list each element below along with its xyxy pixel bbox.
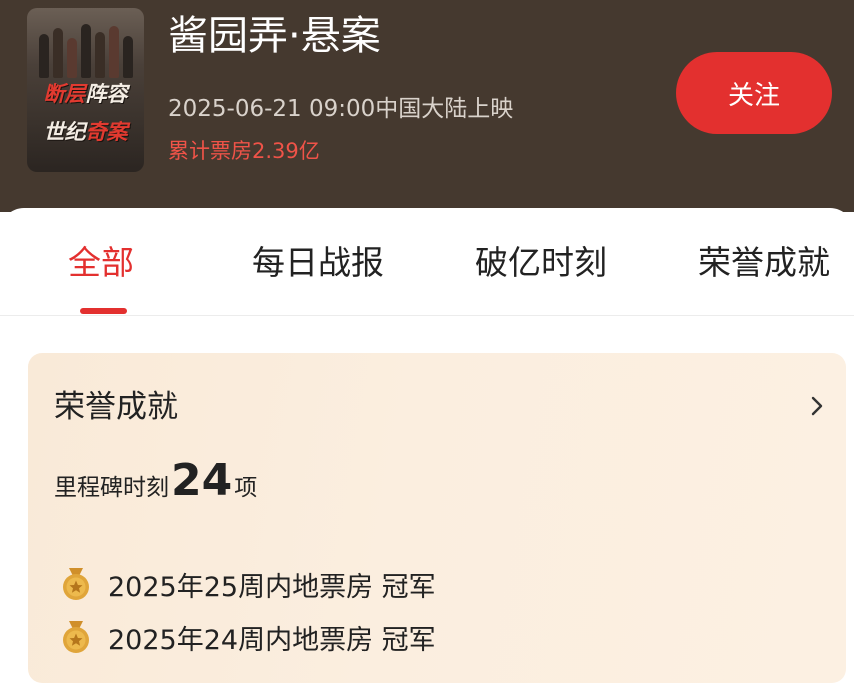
award-text: 2025年25周内地票房 冠军 [108, 571, 436, 603]
milestone-summary: 里程碑时刻 24 项 [54, 455, 257, 511]
chevron-right-icon[interactable] [806, 395, 828, 417]
milestone-label: 里程碑时刻 [54, 475, 169, 501]
honor-card-title: 荣誉成就 [54, 389, 178, 425]
active-tab-indicator [80, 308, 127, 314]
gold-medal-icon [63, 568, 89, 600]
poster-tagline-bottom: 世纪奇案 [27, 120, 144, 144]
movie-poster[interactable]: 断层阵容 世纪奇案 [27, 8, 144, 172]
movie-title: 酱园弄·悬案 [168, 13, 381, 59]
award-item: 2025年24周内地票房 冠军 [60, 617, 436, 657]
cumulative-box-office: 累计票房2.39亿 [168, 139, 320, 163]
tab-bar: 全部 每日战报 破亿时刻 荣誉成就 [0, 208, 854, 316]
content-sheet: 全部 每日战报 破亿时刻 荣誉成就 荣誉成就 里程碑时刻 24 项 2025年2… [0, 208, 854, 690]
follow-button[interactable]: 关注 [676, 52, 832, 134]
gold-medal-icon [63, 621, 89, 653]
poster-tagline-bottom-red: 奇案 [85, 120, 128, 144]
milestone-count: 24 [171, 455, 233, 506]
award-item: 2025年25周内地票房 冠军 [60, 564, 436, 604]
honor-card[interactable]: 荣誉成就 里程碑时刻 24 项 2025年25周内地票房 冠军 2025年24周… [28, 353, 846, 683]
tab-hundred-million-moment[interactable]: 破亿时刻 [475, 238, 607, 288]
tab-honors[interactable]: 荣誉成就 [698, 238, 830, 288]
poster-figures [35, 18, 135, 78]
milestone-unit: 项 [234, 475, 258, 501]
award-text: 2025年24周内地票房 冠军 [108, 624, 436, 656]
poster-tagline-bottom-white: 世纪 [43, 120, 86, 144]
poster-tagline-top-red: 断层 [43, 82, 86, 106]
tab-all[interactable]: 全部 [68, 238, 134, 288]
poster-tagline-top: 断层阵容 [27, 82, 144, 106]
poster-tagline-top-white: 阵容 [85, 82, 128, 106]
tab-daily-report[interactable]: 每日战报 [252, 238, 384, 288]
release-info: 2025-06-21 09:00中国大陆上映 [168, 96, 514, 122]
movie-header: 断层阵容 世纪奇案 酱园弄·悬案 2025-06-21 09:00中国大陆上映 … [0, 0, 854, 212]
